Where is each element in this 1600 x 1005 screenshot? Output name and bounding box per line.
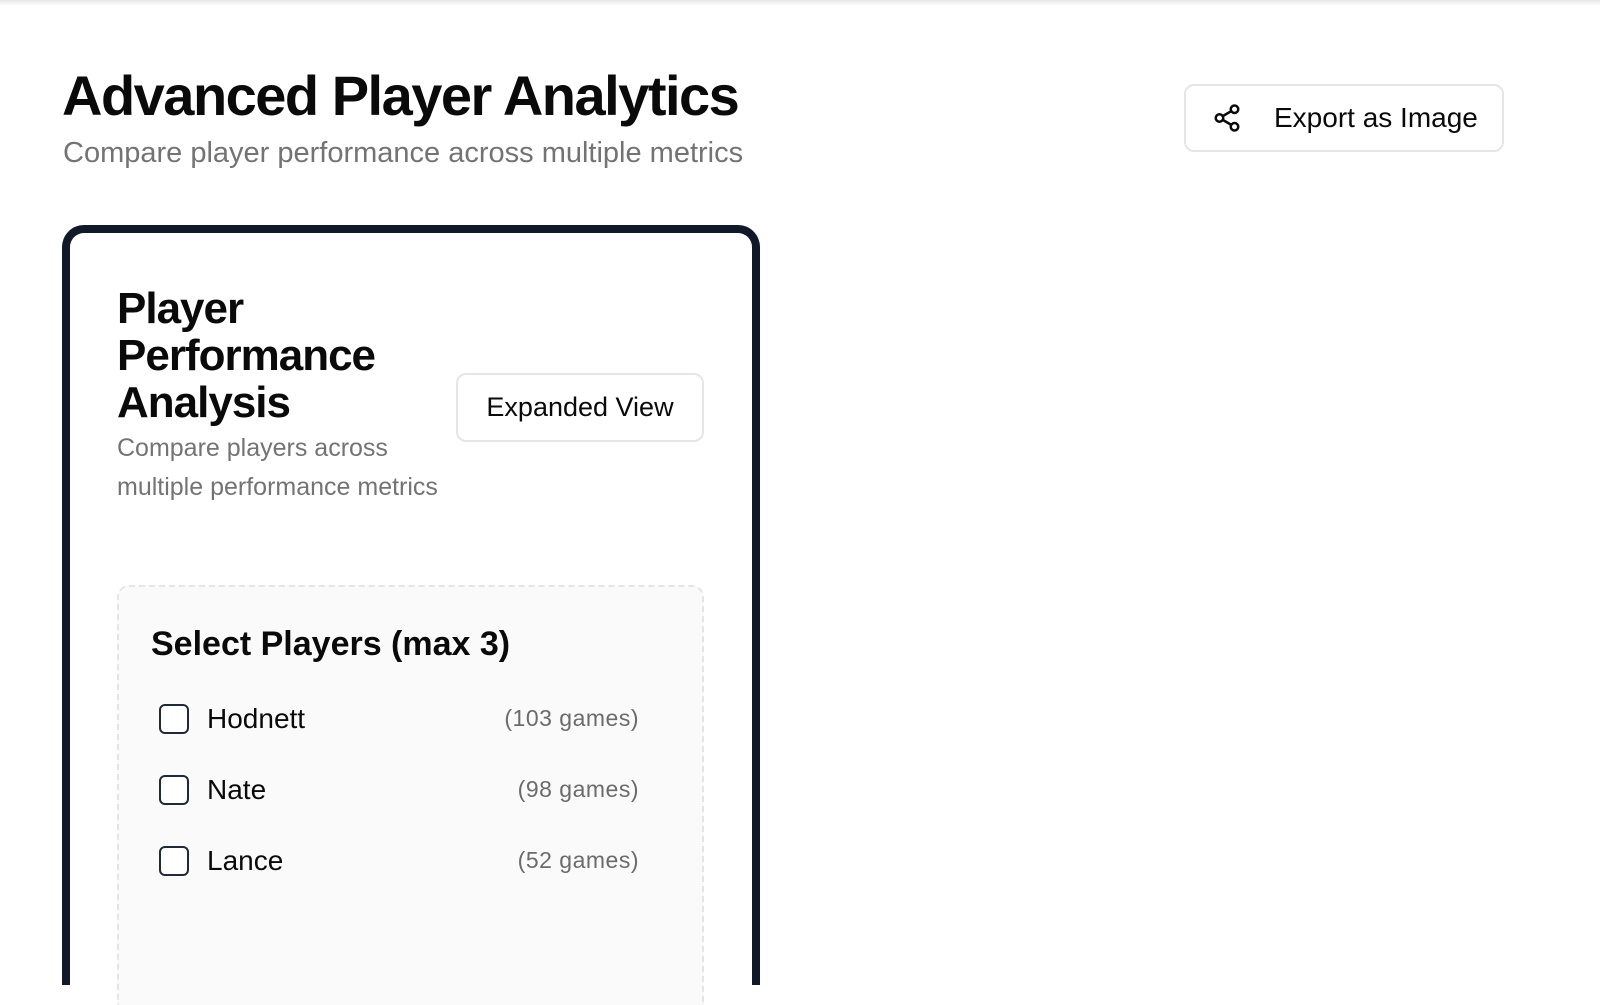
expanded-view-button[interactable]: Expanded View [456,373,704,442]
player-row-nate[interactable]: Nate (98 games) [159,754,639,825]
page-title: Advanced Player Analytics [62,64,740,127]
player-games-count: (98 games) [517,776,639,802]
card-subtitle: Compare players across multiple performa… [117,434,438,501]
player-list: Hodnett (103 games) Nate (98 games) Lanc… [159,683,639,896]
player-performance-card: Player Performance Analysis Compare play… [62,225,760,1005]
select-players-panel: Select Players (max 3) Hodnett (103 game… [117,585,704,1005]
player-games-count: (103 games) [504,705,639,731]
share-icon [1212,103,1242,133]
player-name: Nate [207,773,267,805]
page-subtitle: Compare player performance across multip… [63,137,744,169]
player-name: Hodnett [207,702,306,734]
player-row-lance[interactable]: Lance (52 games) [159,825,639,896]
player-checkbox[interactable] [159,845,189,876]
player-name: Lance [207,844,284,876]
player-checkbox[interactable] [159,703,189,734]
card-title: Player Performance Analysis [117,284,376,427]
export-button-label: Export as Image [1274,102,1478,133]
top-shadow [0,0,1600,6]
player-games-count: (52 games) [517,847,639,873]
player-row-hodnett[interactable]: Hodnett (103 games) [159,683,639,754]
select-players-title: Select Players (max 3) [151,625,511,663]
export-as-image-button[interactable]: Export as Image [1184,84,1504,152]
player-checkbox[interactable] [159,774,189,805]
